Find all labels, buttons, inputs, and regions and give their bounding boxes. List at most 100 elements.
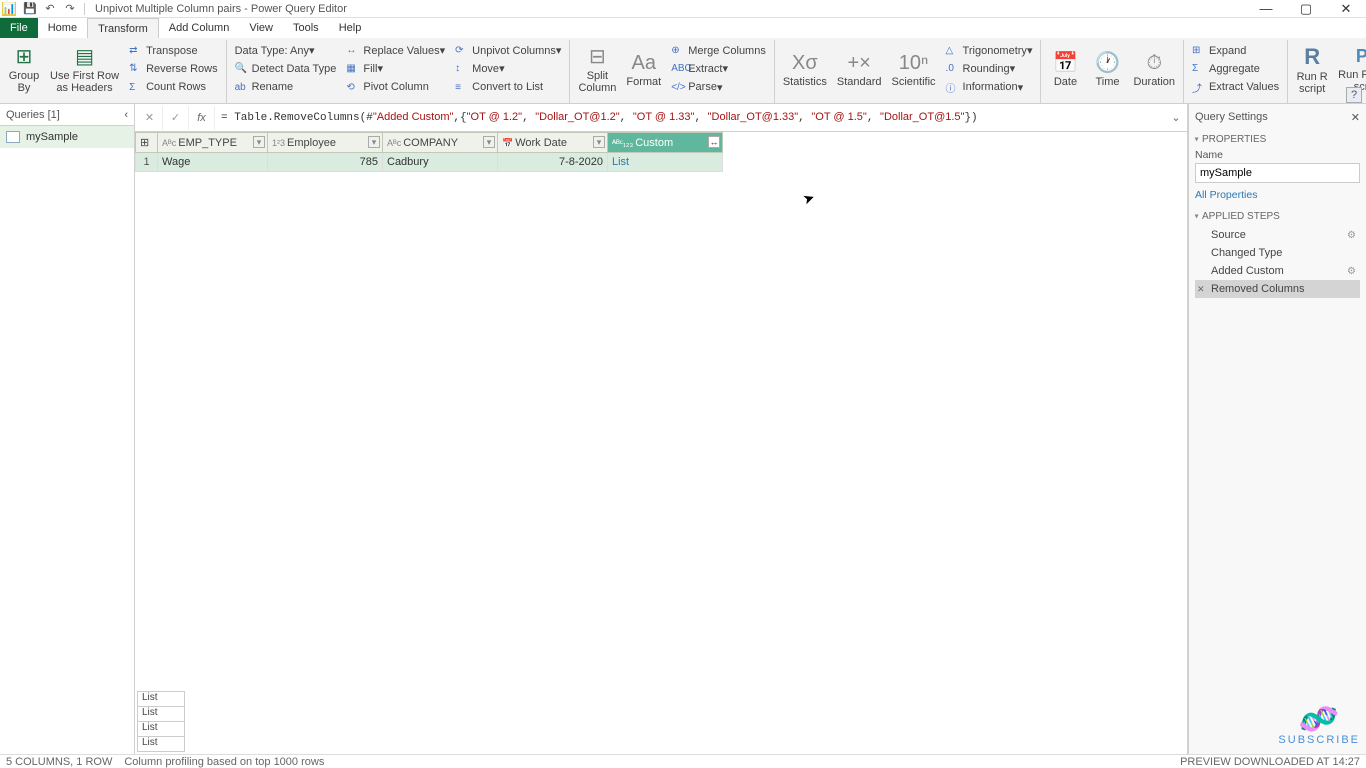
information-button[interactable]: ⓘInformation ▾ — [942, 79, 1037, 96]
merge-columns-button[interactable]: ⊕Merge Columns — [667, 42, 770, 59]
minimize-button[interactable]: — — [1246, 0, 1286, 18]
close-button[interactable]: ✕ — [1326, 0, 1366, 18]
formula-dropdown-icon[interactable]: ⌄ — [1167, 111, 1185, 124]
group-by-button[interactable]: ⊞Group By — [4, 40, 44, 100]
count-rows-button[interactable]: ΣCount Rows — [125, 79, 222, 96]
filter-icon[interactable]: ▾ — [593, 136, 605, 148]
fill-button[interactable]: ▦Fill ▾ — [342, 60, 449, 77]
formula-input[interactable]: = Table.RemoveColumns(#"Added Custom",{"… — [215, 111, 1167, 124]
cursor-icon: ➤ — [800, 189, 817, 209]
apply-formula-button[interactable]: ✓ — [163, 106, 189, 130]
rename-button[interactable]: abRename — [231, 79, 341, 96]
center-pane: ✕ ✓ fx = Table.RemoveColumns(#"Added Cus… — [135, 104, 1188, 754]
tab-add-column[interactable]: Add Column — [159, 18, 240, 38]
menu-bar: File Home Transform Add Column View Tool… — [0, 18, 1366, 38]
pivot-column-button[interactable]: ⟲Pivot Column — [342, 79, 449, 96]
table-icon — [6, 131, 20, 143]
move-button[interactable]: ↕Move ▾ — [451, 60, 565, 77]
replace-values-button[interactable]: ↔Replace Values ▾ — [342, 42, 449, 59]
tab-help[interactable]: Help — [329, 18, 372, 38]
step-changed-type[interactable]: Changed Type — [1195, 244, 1360, 262]
fx-icon[interactable]: fx — [189, 106, 215, 130]
data-type-button[interactable]: Data Type: Any ▾ — [231, 42, 341, 59]
standard-button[interactable]: +×Standard — [833, 40, 886, 100]
close-settings-icon[interactable]: ✕ — [1351, 111, 1360, 124]
save-icon[interactable]: 💾 — [22, 1, 38, 17]
time-button[interactable]: 🕐Time — [1087, 40, 1127, 100]
expand-icon[interactable]: ↔ — [708, 136, 720, 148]
detect-data-type-button[interactable]: 🔍Detect Data Type — [231, 60, 341, 77]
col-employee[interactable]: 1²3Employee▾ — [268, 133, 383, 153]
help-icon[interactable]: ? — [1346, 87, 1362, 103]
gear-icon[interactable]: ⚙ — [1347, 230, 1356, 241]
gear-icon[interactable]: ⚙ — [1347, 266, 1356, 277]
app-icon: 📊 — [2, 2, 16, 16]
expand-button[interactable]: ⊞Expand — [1188, 42, 1283, 59]
aggregate-button[interactable]: ΣAggregate — [1188, 60, 1283, 77]
split-column-button[interactable]: ⊟Split Column — [574, 40, 620, 100]
list-item[interactable]: List — [137, 736, 185, 752]
step-removed-columns[interactable]: Removed Columns — [1195, 280, 1360, 298]
reverse-rows-button[interactable]: ⇅Reverse Rows — [125, 60, 222, 77]
date-button[interactable]: 📅Date — [1045, 40, 1085, 100]
qat-divider — [84, 3, 85, 15]
collapse-icon[interactable]: ‹ — [124, 109, 128, 121]
filter-icon[interactable]: ▾ — [368, 136, 380, 148]
transpose-button[interactable]: ⇄Transpose — [125, 42, 222, 59]
duration-button[interactable]: ⏱Duration — [1129, 40, 1179, 100]
cell-employee[interactable]: 785 — [268, 153, 383, 172]
list-item[interactable]: List — [137, 721, 185, 737]
tab-home[interactable]: Home — [38, 18, 87, 38]
col-work-date[interactable]: 📅Work Date▾ — [498, 133, 608, 153]
applied-steps-section[interactable]: APPLIED STEPS — [1195, 211, 1360, 222]
status-columns-rows: 5 COLUMNS, 1 ROW — [6, 756, 112, 768]
cell-custom[interactable]: List — [608, 153, 723, 172]
extract-button[interactable]: ABCExtract ▾ — [667, 60, 770, 77]
statistics-button[interactable]: XσStatistics — [779, 40, 831, 100]
rounding-button[interactable]: .0Rounding ▾ — [942, 60, 1037, 77]
unpivot-columns-button[interactable]: ⟳Unpivot Columns ▾ — [451, 42, 565, 59]
row-number: 1 — [136, 153, 158, 172]
tab-transform[interactable]: Transform — [87, 18, 159, 38]
parse-button[interactable]: </>Parse ▾ — [667, 79, 770, 96]
scientific-button[interactable]: 10ⁿScientific — [888, 40, 940, 100]
status-preview: PREVIEW DOWNLOADED AT 14:27 — [1180, 756, 1360, 768]
filter-icon[interactable]: ▾ — [253, 136, 265, 148]
data-grid[interactable]: ⊞ AᴮcEMP_TYPE▾ 1²3Employee▾ AᴮcCOMPANY▾ … — [135, 132, 723, 172]
undo-icon[interactable]: ↶ — [42, 1, 58, 17]
table-row[interactable]: 1 Wage 785 Cadbury 7-8-2020 List — [136, 153, 723, 172]
list-item[interactable]: List — [137, 706, 185, 722]
properties-section[interactable]: PROPERTIES — [1195, 134, 1360, 145]
tab-tools[interactable]: Tools — [283, 18, 329, 38]
table-corner[interactable]: ⊞ — [136, 133, 158, 153]
col-company[interactable]: AᴮcCOMPANY▾ — [383, 133, 498, 153]
maximize-button[interactable]: ▢ — [1286, 0, 1326, 18]
tab-view[interactable]: View — [239, 18, 283, 38]
ribbon: ⊞Group By ▤Use First Row as Headers ⇄Tra… — [0, 38, 1366, 104]
run-r-button[interactable]: RRun R script — [1292, 40, 1332, 100]
queries-header[interactable]: Queries [1]‹ — [0, 104, 134, 126]
redo-icon[interactable]: ↷ — [62, 1, 78, 17]
col-emp-type[interactable]: AᴮcEMP_TYPE▾ — [158, 133, 268, 153]
query-item-mysample[interactable]: mySample — [0, 126, 134, 148]
queries-pane: Queries [1]‹ mySample — [0, 104, 135, 754]
tab-file[interactable]: File — [0, 18, 38, 38]
trigonometry-button[interactable]: △Trigonometry ▾ — [942, 42, 1037, 59]
title-bar: 📊 💾 ↶ ↷ Unpivot Multiple Column pairs - … — [0, 0, 1366, 18]
name-input[interactable] — [1195, 163, 1360, 183]
query-settings-pane: Query Settings ✕ PROPERTIES Name All Pro… — [1188, 104, 1366, 754]
step-added-custom[interactable]: Added Custom⚙ — [1195, 262, 1360, 280]
list-item[interactable]: List — [137, 691, 185, 707]
convert-to-list-button[interactable]: ≡Convert to List — [451, 79, 565, 96]
use-first-row-button[interactable]: ▤Use First Row as Headers — [46, 40, 123, 100]
cell-company[interactable]: Cadbury — [383, 153, 498, 172]
step-source[interactable]: Source⚙ — [1195, 226, 1360, 244]
filter-icon[interactable]: ▾ — [483, 136, 495, 148]
cell-emp-type[interactable]: Wage — [158, 153, 268, 172]
all-properties-link[interactable]: All Properties — [1195, 189, 1360, 201]
extract-values-button[interactable]: ⤴Extract Values — [1188, 79, 1283, 96]
format-button[interactable]: AaFormat — [622, 40, 665, 100]
cell-work-date[interactable]: 7-8-2020 — [498, 153, 608, 172]
cancel-formula-button[interactable]: ✕ — [137, 106, 163, 130]
col-custom[interactable]: ᴬᴮᶜ₁₂₃Custom↔ — [608, 133, 723, 153]
